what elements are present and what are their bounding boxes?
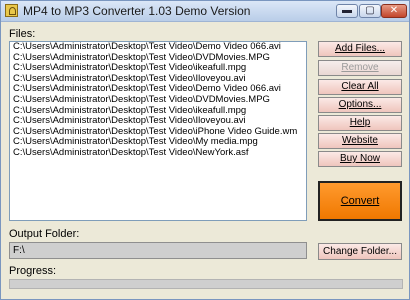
files-list[interactable]: C:\Users\Administrator\Desktop\Test Vide… [9, 41, 307, 221]
files-label: Files: [9, 28, 36, 40]
file-list-item[interactable]: C:\Users\Administrator\Desktop\Test Vide… [10, 42, 306, 53]
output-folder-field[interactable]: F:\ [9, 242, 307, 259]
file-list-item[interactable]: C:\Users\Administrator\Desktop\Test Vide… [10, 53, 306, 64]
maximize-button[interactable]: ▢ [359, 4, 381, 18]
file-list-item[interactable]: C:\Users\Administrator\Desktop\Test Vide… [10, 137, 306, 148]
clear-all-button[interactable]: Clear All [318, 79, 402, 95]
file-list-item[interactable]: C:\Users\Administrator\Desktop\Test Vide… [10, 116, 306, 127]
change-folder-button[interactable]: Change Folder... [318, 243, 402, 260]
file-list-item[interactable]: C:\Users\Administrator\Desktop\Test Vide… [10, 148, 306, 159]
file-list-item[interactable]: C:\Users\Administrator\Desktop\Test Vide… [10, 63, 306, 74]
website-button[interactable]: Website [318, 133, 402, 149]
options-button[interactable]: Options... [318, 97, 402, 113]
app-icon [5, 4, 18, 17]
output-folder-label: Output Folder: [9, 228, 80, 240]
file-list-item[interactable]: C:\Users\Administrator\Desktop\Test Vide… [10, 84, 306, 95]
title-bar[interactable]: MP4 to MP3 Converter 1.03 Demo Version ▬… [1, 1, 409, 22]
file-list-item[interactable]: C:\Users\Administrator\Desktop\Test Vide… [10, 127, 306, 138]
buy-now-button[interactable]: Buy Now [318, 151, 402, 167]
convert-button[interactable]: Convert [318, 181, 402, 221]
add-files-button[interactable]: Add Files... [318, 41, 402, 57]
minimize-button[interactable]: ▬ [336, 4, 358, 18]
progress-label: Progress: [9, 265, 57, 277]
progress-bar [9, 279, 403, 289]
app-window: MP4 to MP3 Converter 1.03 Demo Version ▬… [0, 0, 410, 300]
help-button[interactable]: Help [318, 115, 402, 131]
remove-button[interactable]: Remove [318, 60, 402, 76]
file-list-item[interactable]: C:\Users\Administrator\Desktop\Test Vide… [10, 106, 306, 117]
window-title: MP4 to MP3 Converter 1.03 Demo Version [23, 4, 251, 18]
file-list-item[interactable]: C:\Users\Administrator\Desktop\Test Vide… [10, 95, 306, 106]
file-list-item[interactable]: C:\Users\Administrator\Desktop\Test Vide… [10, 74, 306, 85]
close-button[interactable]: ✕ [381, 4, 407, 18]
